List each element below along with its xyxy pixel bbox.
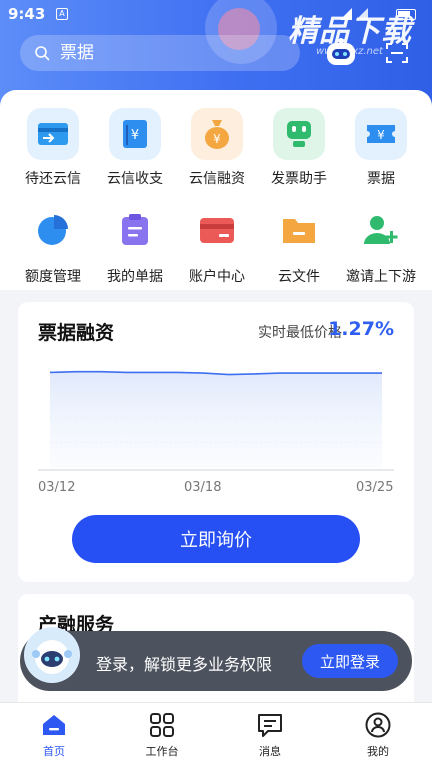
grid-item-income-expense[interactable]: ¥ 云信收支 [94, 108, 176, 188]
quick-actions-row-1: 待还云信 ¥ 云信收支 ¥ 云信融资 发票助手 ¥ 票据 [0, 108, 432, 188]
grid-item-pending-repay[interactable]: 待还云信 [12, 108, 94, 188]
chart-area [50, 371, 382, 468]
svg-text:¥: ¥ [131, 128, 139, 143]
search-input[interactable] [60, 43, 260, 63]
nav-item-workbench[interactable]: 工作台 [108, 703, 216, 768]
rate-trend-chart [38, 370, 394, 471]
ticket-icon: ¥ [355, 108, 407, 160]
svg-text:¥: ¥ [213, 132, 221, 146]
message-icon [258, 714, 282, 737]
scan-icon[interactable] [385, 41, 409, 65]
grid-item-label: 票据 [367, 171, 395, 187]
grid-item-label: 云文件 [278, 269, 320, 285]
money-bag-icon: ¥ [191, 108, 243, 160]
status-time: 9:43 [8, 5, 46, 23]
folder-icon [273, 204, 325, 256]
grid-item-invite-partners[interactable]: 邀请上下游 [340, 204, 422, 286]
login-banner[interactable]: 登录，解锁更多业务权限 立即登录 [20, 627, 412, 691]
mascot-avatar [24, 627, 80, 683]
inquire-price-button[interactable]: 立即询价 [72, 515, 360, 563]
nav-label: 工作台 [145, 745, 179, 758]
bottom-nav: 首页 工作台 消息 我的 [0, 702, 432, 768]
x-tick-label: 03/12 [38, 480, 76, 495]
card-arrow-icon [27, 108, 79, 160]
login-prompt-text: 登录，解锁更多业务权限 [96, 655, 273, 674]
grid-icon [150, 713, 174, 737]
grid-item-my-documents[interactable]: 我的单据 [94, 204, 176, 286]
grid-item-invoice-assistant[interactable]: 发票助手 [258, 108, 340, 188]
quick-actions-row-2: 额度管理 我的单据 账户中心 云文件 邀请上下游 [0, 204, 432, 286]
nav-label: 首页 [43, 745, 65, 758]
grid-item-label: 账户中心 [189, 269, 245, 285]
x-tick-label: 03/18 [184, 480, 222, 495]
clipboard-icon [109, 204, 161, 256]
pie-icon [27, 204, 79, 256]
nav-label: 消息 [259, 745, 281, 758]
grid-item-label: 云信收支 [107, 171, 163, 187]
sim-icon: A [56, 8, 68, 20]
grid-item-label: 额度管理 [25, 269, 81, 285]
grid-item-label: 待还云信 [25, 171, 81, 187]
rate-value: 1.27% [328, 318, 394, 340]
nav-item-messages[interactable]: 消息 [216, 703, 324, 768]
grid-item-label: 我的单据 [107, 269, 163, 285]
nav-item-home[interactable]: 首页 [0, 703, 108, 768]
ticket-financing-card: 票据融资 实时最低价格 1.27% 03/12 03/18 03/25 立即询价 [18, 302, 414, 582]
robot-assistant-icon[interactable] [324, 38, 358, 68]
search-bar[interactable] [20, 35, 300, 71]
invoice-robot-icon [273, 108, 325, 160]
home-icon [43, 715, 65, 735]
ledger-icon: ¥ [109, 108, 161, 160]
grid-item-cloud-files[interactable]: 云文件 [258, 204, 340, 286]
svg-text:¥: ¥ [377, 128, 385, 142]
grid-item-label: 邀请上下游 [346, 269, 416, 285]
search-icon [35, 46, 50, 61]
grid-item-quota-management[interactable]: 额度管理 [12, 204, 94, 286]
wallet-card-icon [191, 204, 243, 256]
grid-item-account-center[interactable]: 账户中心 [176, 204, 258, 286]
login-button[interactable]: 立即登录 [302, 644, 398, 678]
nav-item-profile[interactable]: 我的 [324, 703, 432, 768]
grid-item-cloud-finance[interactable]: ¥ 云信融资 [176, 108, 258, 188]
grid-item-ticket[interactable]: ¥ 票据 [340, 108, 422, 188]
card-title: 票据融资 [38, 322, 115, 344]
grid-item-label: 发票助手 [271, 171, 327, 187]
x-tick-label: 03/25 [356, 480, 394, 495]
profile-icon [365, 712, 391, 738]
grid-item-label: 云信融资 [189, 171, 245, 187]
add-user-icon [355, 204, 407, 256]
nav-label: 我的 [367, 745, 389, 758]
